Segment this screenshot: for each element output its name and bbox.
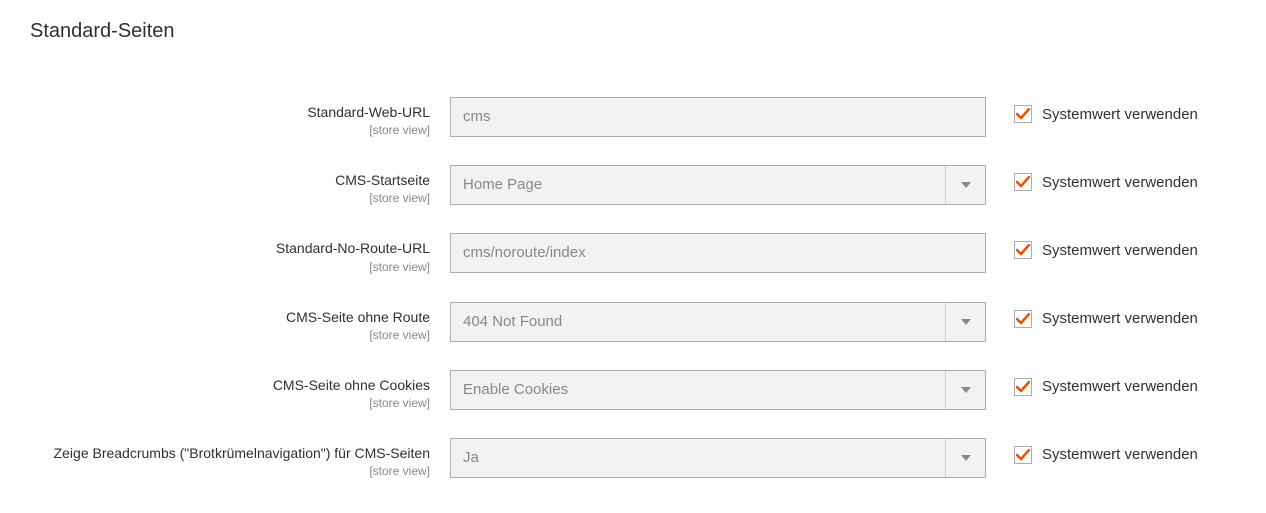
field-label: CMS-Seite ohne Route [30,308,430,326]
field-scope: [store view] [30,328,430,342]
default-web-url-input: cms [450,97,986,137]
cms-no-cookies-page-select: Enable Cookies [450,370,986,410]
field-row-cms-no-cookies-page: CMS-Seite ohne Cookies [store view] Enab… [30,370,1236,410]
use-default-checkbox[interactable] [1014,241,1032,259]
field-label: Zeige Breadcrumbs ("Brotkrümelnavigation… [30,444,430,462]
use-default-checkbox[interactable] [1014,446,1032,464]
checkmark-icon [1016,313,1030,325]
field-scope: [store view] [30,464,430,478]
chevron-down-icon [961,319,971,325]
chevron-down-icon [961,455,971,461]
field-scope: [store view] [30,260,430,274]
checkmark-icon [1016,244,1030,256]
use-default-label: Systemwert verwenden [1042,106,1198,123]
select-value: Enable Cookies [463,381,568,398]
checkmark-icon [1016,108,1030,120]
use-default-label: Systemwert verwenden [1042,174,1198,191]
field-label: Standard-No-Route-URL [30,239,430,257]
select-dropdown-button [945,303,985,341]
field-row-show-breadcrumbs: Zeige Breadcrumbs ("Brotkrümelnavigation… [30,438,1236,478]
use-default-checkbox[interactable] [1014,310,1032,328]
default-no-route-url-input: cms/noroute/index [450,233,986,273]
field-row-default-no-route-url: Standard-No-Route-URL [store view] cms/n… [30,233,1236,273]
select-value: 404 Not Found [463,313,562,330]
form-fields: Standard-Web-URL [store view] cms System… [30,97,1236,478]
field-row-cms-home-page: CMS-Startseite [store view] Home Page Sy… [30,165,1236,205]
use-default-checkbox[interactable] [1014,378,1032,396]
field-row-default-web-url: Standard-Web-URL [store view] cms System… [30,97,1236,137]
select-dropdown-button [945,439,985,477]
show-breadcrumbs-select: Ja [450,438,986,478]
chevron-down-icon [961,182,971,188]
cms-home-page-select: Home Page [450,165,986,205]
use-default-label: Systemwert verwenden [1042,378,1198,395]
checkmark-icon [1016,449,1030,461]
select-value: Home Page [463,176,542,193]
use-default-label: Systemwert verwenden [1042,310,1198,327]
checkmark-icon [1016,176,1030,188]
select-dropdown-button [945,371,985,409]
field-scope: [store view] [30,123,430,137]
field-row-cms-no-route-page: CMS-Seite ohne Route [store view] 404 No… [30,302,1236,342]
use-default-checkbox[interactable] [1014,105,1032,123]
checkmark-icon [1016,381,1030,393]
select-value: Ja [463,449,479,466]
select-dropdown-button [945,166,985,204]
use-default-label: Systemwert verwenden [1042,446,1198,463]
chevron-down-icon [961,387,971,393]
field-label: Standard-Web-URL [30,103,430,121]
use-default-label: Systemwert verwenden [1042,242,1198,259]
field-scope: [store view] [30,396,430,410]
use-default-checkbox[interactable] [1014,173,1032,191]
field-label: CMS-Seite ohne Cookies [30,376,430,394]
section-heading: Standard-Seiten [30,20,1236,43]
cms-no-route-page-select: 404 Not Found [450,302,986,342]
field-scope: [store view] [30,191,430,205]
field-label: CMS-Startseite [30,171,430,189]
